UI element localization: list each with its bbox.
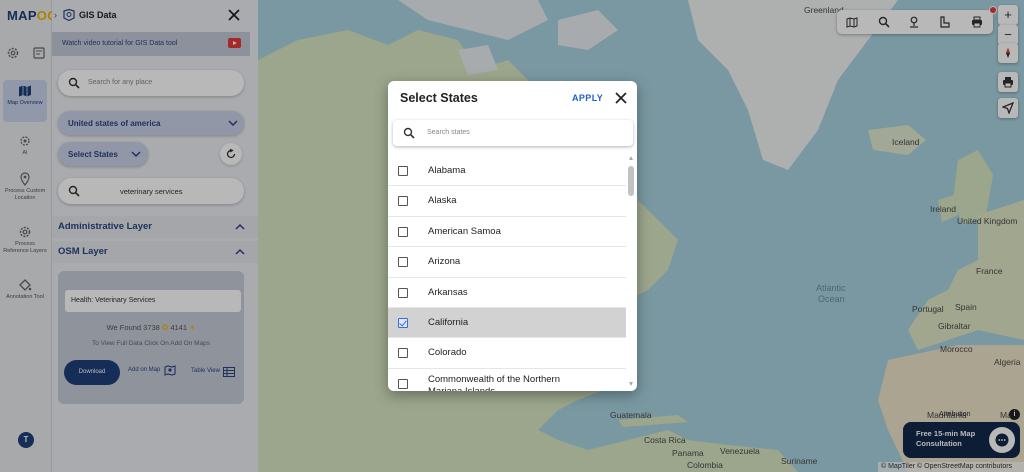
- state-list-scrollbar[interactable]: [627, 156, 635, 391]
- state-checkbox[interactable]: [398, 226, 408, 237]
- state-row-colorado[interactable]: Colorado: [388, 338, 626, 369]
- select-states-dialog: Select States APPLY Search states Alabam…: [388, 81, 637, 391]
- state-search-input[interactable]: Search states: [393, 120, 633, 146]
- state-name: Arizona: [428, 256, 461, 268]
- search-icon: [403, 127, 415, 139]
- state-checkbox[interactable]: [398, 378, 408, 389]
- state-name: Colorado: [428, 347, 467, 359]
- state-name: Alabama: [428, 165, 466, 176]
- state-checkbox[interactable]: [398, 196, 408, 207]
- state-row-arkansas[interactable]: Arkansas: [388, 278, 626, 308]
- state-name: Arkansas: [428, 286, 468, 298]
- state-checkbox[interactable]: [398, 287, 408, 298]
- state-name: Alaska: [428, 195, 457, 207]
- state-row-arizona[interactable]: Arizona: [388, 247, 626, 278]
- state-checkbox-checked[interactable]: [398, 317, 408, 328]
- close-dialog-icon[interactable]: [614, 91, 628, 105]
- state-row-northern-mariana-islands[interactable]: Commonwealth of the Northern Mariana Isl…: [388, 369, 626, 391]
- scroll-thumb[interactable]: [628, 166, 634, 196]
- state-checkbox[interactable]: [398, 166, 408, 176]
- state-list: Alabama Alaska American Samoa Arizona Ar…: [388, 156, 626, 391]
- state-row-american-samoa[interactable]: American Samoa: [388, 217, 626, 248]
- state-search-placeholder: Search states: [427, 129, 470, 136]
- apply-button[interactable]: APPLY: [572, 93, 603, 103]
- state-name: Commonwealth of the Northern Mariana Isl…: [428, 373, 561, 391]
- state-row-alabama[interactable]: Alabama: [388, 156, 626, 187]
- scroll-down-arrow-icon[interactable]: [629, 382, 633, 386]
- state-name: California: [428, 316, 469, 328]
- state-checkbox[interactable]: [398, 257, 408, 268]
- state-row-alaska[interactable]: Alaska: [388, 186, 626, 217]
- scroll-up-arrow-icon[interactable]: [629, 156, 633, 160]
- state-row-california[interactable]: California: [388, 307, 626, 339]
- state-checkbox[interactable]: [398, 348, 408, 359]
- state-name: American Samoa: [428, 225, 501, 237]
- dialog-title: Select States: [400, 91, 478, 105]
